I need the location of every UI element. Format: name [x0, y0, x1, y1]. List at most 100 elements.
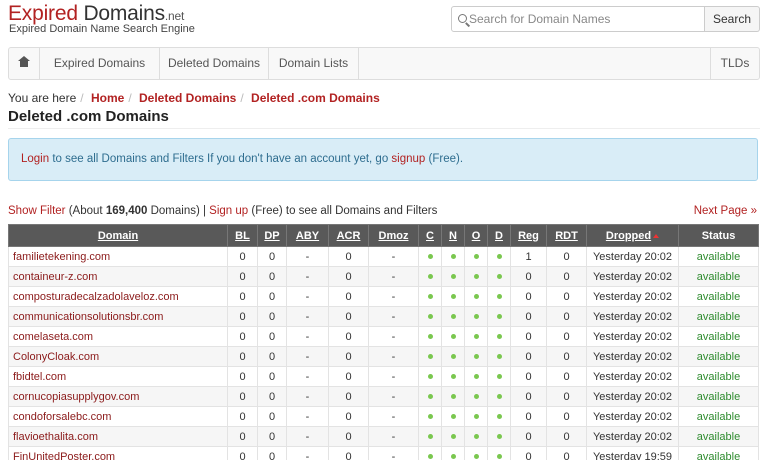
status-dot-icon: [496, 274, 502, 280]
domain-link[interactable]: cornucopiasupplygov.com: [13, 391, 139, 403]
domain-link[interactable]: ColonyCloak.com: [13, 351, 99, 363]
status-cell: available: [678, 446, 759, 460]
col-c[interactable]: C: [418, 224, 442, 247]
acr-cell: 0: [328, 326, 369, 347]
status-dot-icon: [473, 414, 479, 420]
status-dot-icon: [427, 314, 433, 320]
dmoz-cell: -: [368, 246, 419, 267]
breadcrumb-home[interactable]: Home: [91, 91, 124, 105]
alert-signup-link[interactable]: signup: [391, 153, 425, 165]
d-cell: [487, 326, 511, 347]
domain-count: 169,400: [105, 205, 148, 217]
status-dot-icon: [450, 454, 456, 460]
acr-cell: 0: [328, 246, 369, 267]
domain-link[interactable]: comelaseta.com: [13, 331, 93, 343]
nav-expired-domains[interactable]: Expired Domains: [40, 48, 160, 79]
status-cell: available: [678, 306, 759, 327]
col-dropped[interactable]: Dropped: [586, 224, 679, 247]
dmoz-cell: -: [368, 366, 419, 387]
nav-tlds[interactable]: TLDs: [710, 48, 759, 79]
filter-signup-link[interactable]: Sign up: [209, 205, 248, 217]
status-dot-icon: [450, 334, 456, 340]
domain-link[interactable]: containeur-z.com: [13, 271, 97, 283]
search-input[interactable]: [469, 7, 699, 31]
breadcrumb-deleted-com[interactable]: Deleted .com Domains: [251, 91, 380, 105]
domain-link[interactable]: condoforsalebc.com: [13, 411, 111, 423]
domain-link[interactable]: flavioethalita.com: [13, 431, 98, 443]
domain-link[interactable]: FinUnitedPoster.com: [13, 451, 115, 460]
show-filter-link[interactable]: Show Filter: [8, 205, 66, 217]
acr-cell: 0: [328, 266, 369, 287]
status-dot-icon: [473, 354, 479, 360]
dropped-cell: Yesterday 20:02: [586, 326, 679, 347]
status-dot-icon: [473, 294, 479, 300]
col-domain[interactable]: Domain: [8, 224, 228, 247]
n-cell: [441, 446, 465, 460]
status-dot-icon: [473, 314, 479, 320]
status-cell: available: [678, 246, 759, 267]
col-d[interactable]: D: [487, 224, 511, 247]
next-page-link[interactable]: Next Page »: [694, 205, 757, 217]
status-dot-icon: [473, 274, 479, 280]
nav-deleted-domains[interactable]: Deleted Domains: [160, 48, 269, 79]
col-dmoz[interactable]: Dmoz: [368, 224, 419, 247]
domain-cell: familietekening.com: [8, 246, 228, 267]
breadcrumb-deleted-domains[interactable]: Deleted Domains: [139, 91, 236, 105]
reg-cell: 0: [510, 386, 547, 407]
dropped-cell: Yesterday 20:02: [586, 306, 679, 327]
status-cell: available: [678, 346, 759, 367]
aby-cell: -: [286, 306, 329, 327]
filter-about-suffix: Domains) |: [147, 205, 210, 217]
alert-login-link[interactable]: Login: [21, 153, 49, 165]
dp-cell: 0: [257, 426, 287, 447]
reg-cell: 1: [510, 246, 547, 267]
c-cell: [418, 406, 442, 427]
search-button[interactable]: Search: [705, 6, 760, 32]
dmoz-cell: -: [368, 446, 419, 460]
dmoz-cell: -: [368, 386, 419, 407]
search-icon: [458, 14, 467, 23]
rdt-cell: 0: [546, 426, 587, 447]
main-navbar: Expired Domains Deleted Domains Domain L…: [8, 47, 760, 80]
status-dot-icon: [427, 254, 433, 260]
n-cell: [441, 366, 465, 387]
col-acr[interactable]: ACR: [328, 224, 369, 247]
col-bl[interactable]: BL: [227, 224, 258, 247]
col-reg[interactable]: Reg: [510, 224, 547, 247]
n-cell: [441, 306, 465, 327]
nav-home[interactable]: [9, 48, 40, 79]
dp-cell: 0: [257, 286, 287, 307]
status-dot-icon: [450, 314, 456, 320]
n-cell: [441, 426, 465, 447]
domain-link[interactable]: fbidtel.com: [13, 371, 66, 383]
col-o[interactable]: O: [464, 224, 488, 247]
d-cell: [487, 246, 511, 267]
n-cell: [441, 406, 465, 427]
col-dp[interactable]: DP: [257, 224, 287, 247]
o-cell: [464, 246, 488, 267]
title-divider: [8, 128, 760, 129]
col-aby[interactable]: ABY: [286, 224, 329, 247]
bl-cell: 0: [227, 346, 258, 367]
col-n[interactable]: N: [441, 224, 465, 247]
status-dot-icon: [450, 414, 456, 420]
o-cell: [464, 446, 488, 460]
alert-text-end: (Free).: [425, 153, 464, 165]
bl-cell: 0: [227, 286, 258, 307]
acr-cell: 0: [328, 426, 369, 447]
search-box: [451, 6, 705, 32]
nav-domain-lists[interactable]: Domain Lists: [269, 48, 359, 79]
domain-link[interactable]: composturadecalzadolaveloz.com: [13, 291, 179, 303]
dropped-cell: Yesterday 19:59: [586, 446, 679, 460]
domain-cell: comelaseta.com: [8, 326, 228, 347]
aby-cell: -: [286, 326, 329, 347]
domain-link[interactable]: communicationsolutionsbr.com: [13, 311, 163, 323]
col-rdt[interactable]: RDT: [546, 224, 587, 247]
status-dot-icon: [427, 294, 433, 300]
search-form: Search: [451, 6, 760, 32]
status-dot-icon: [450, 394, 456, 400]
acr-cell: 0: [328, 366, 369, 387]
breadcrumb-prefix: You are here: [8, 91, 77, 105]
dropped-cell: Yesterday 20:02: [586, 366, 679, 387]
domain-link[interactable]: familietekening.com: [13, 251, 110, 263]
